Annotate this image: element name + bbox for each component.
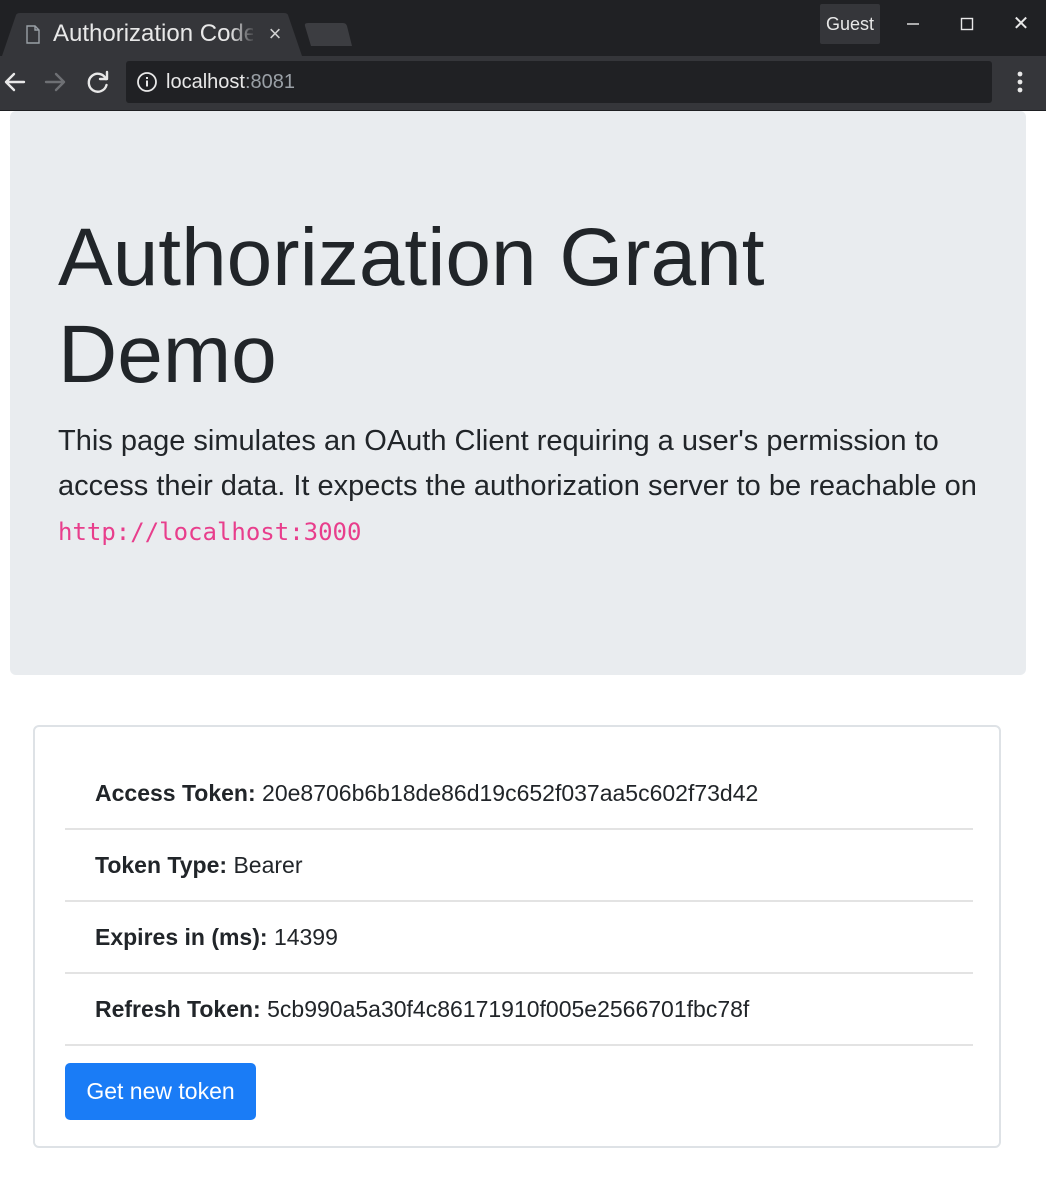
expires-in-value: 14399 [273,924,338,950]
address-bar[interactable]: localhost:8081 [126,61,992,103]
url-port: :8081 [244,71,295,93]
kebab-menu-icon[interactable] [1005,68,1035,98]
access-token-label: Access Token: [95,780,256,806]
browser-title-bar: Authorization Code Grant Demo × Guest ✕ [0,0,1046,56]
refresh-token-label: Refresh Token: [95,996,261,1022]
access-token-value: 20e8706b6b18de86d19c652f037aa5c602f73d42 [262,780,759,806]
document-icon [26,25,40,44]
guest-profile-button[interactable]: Guest [820,4,880,44]
back-arrow-icon[interactable] [0,66,32,98]
forward-arrow-icon[interactable] [40,66,72,98]
info-icon[interactable] [136,71,158,93]
token-type-value: Bearer [233,852,303,878]
token-type-row: Token Type: Bearer [65,830,973,902]
browser-toolbar: localhost:8081 [0,56,1046,111]
close-window-icon[interactable]: ✕ [1001,6,1041,42]
token-type-label: Token Type: [95,852,228,878]
browser-tab[interactable]: Authorization Code Grant Demo × [2,13,302,56]
tab-title-fade [230,17,256,51]
reload-icon[interactable] [82,66,114,98]
new-tab-button[interactable] [303,23,353,47]
page-title: Authorization Grant Demo [58,212,765,400]
expires-in-label: Expires in (ms): [95,924,268,950]
minimize-window-icon[interactable] [893,6,933,42]
expires-in-row: Expires in (ms): 14399 [65,902,973,974]
refresh-token-row: Refresh Token: 5cb990a5a30f4c86171910f00… [65,974,973,1046]
get-new-token-button[interactable]: Get new token [65,1063,256,1120]
refresh-token-value: 5cb990a5a30f4c86171910f005e2566701fbc78f [267,996,750,1022]
access-token-row: Access Token: 20e8706b6b18de86d19c652f03… [65,758,973,830]
token-list: Access Token: 20e8706b6b18de86d19c652f03… [65,758,973,1046]
tab-title: Authorization Code Grant Demo [53,20,253,47]
maximize-window-icon[interactable] [947,6,987,42]
token-card: Access Token: 20e8706b6b18de86d19c652f03… [33,725,1001,1148]
server-url-code: http://localhost:3000 [58,518,362,546]
url-text[interactable]: localhost:8081 [166,61,295,103]
lead-text: This page simulates an OAuth Client requ… [58,425,977,502]
jumbotron: Authorization Grant Demo This page simul… [10,111,1026,675]
lead-paragraph: This page simulates an OAuth Client requ… [58,419,988,555]
tab-close-icon[interactable]: × [264,21,286,47]
url-host: localhost [166,71,245,93]
